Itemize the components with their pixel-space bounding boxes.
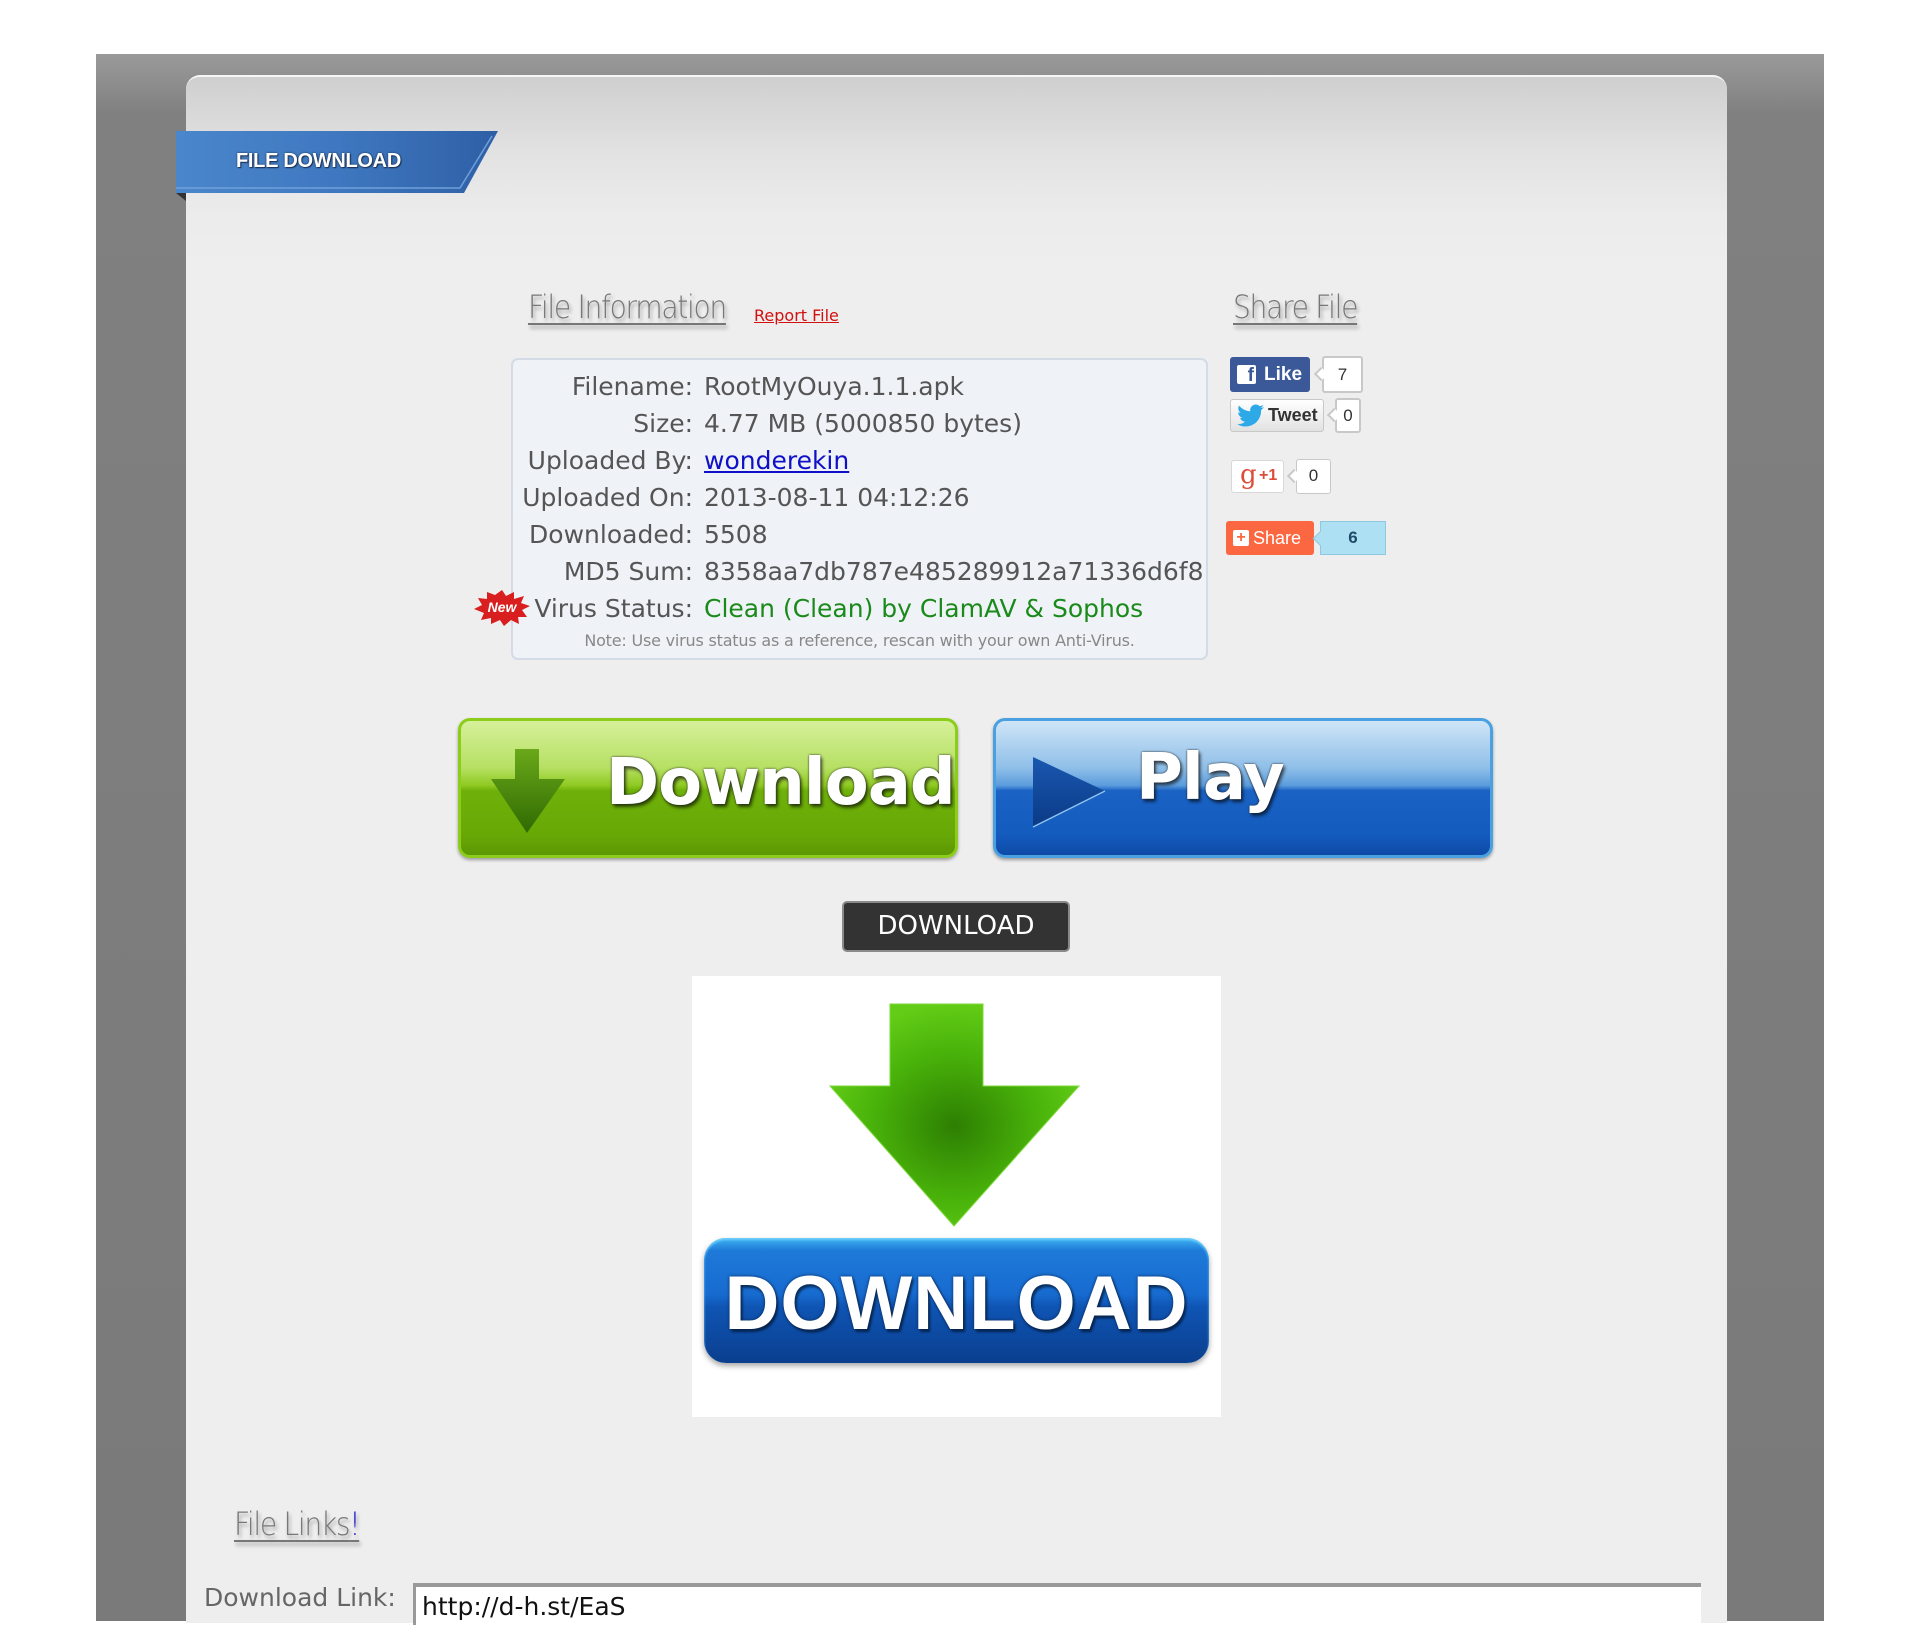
ribbon-title: FILE DOWNLOAD: [236, 150, 401, 172]
tweet-label: Tweet: [1268, 405, 1318, 425]
download-button[interactable]: Download: [458, 718, 958, 858]
report-file-link[interactable]: Report File: [754, 306, 839, 325]
google-plus-label: +1: [1259, 467, 1278, 484]
facebook-like-count: 7: [1322, 356, 1363, 393]
info-row-virus-status: Virus Status: Clean (Clean) by ClamAV & …: [513, 594, 1206, 631]
virus-status-value: Clean (Clean) by ClamAV & Sophos: [704, 594, 1144, 623]
download-link-label: Download Link:: [204, 1583, 396, 1612]
facebook-icon: f: [1237, 365, 1256, 384]
info-label: Virus Status:: [534, 594, 693, 623]
download-image-label: DOWNLOAD: [724, 1261, 1189, 1346]
google-plus-icon: g: [1240, 460, 1257, 490]
share-label: Share: [1253, 528, 1302, 548]
new-badge-label: New: [487, 599, 517, 615]
tweet-button[interactable]: Tweet: [1230, 399, 1324, 432]
info-row-md5: MD5 Sum: 8358aa7db787e485289912a71336d6f…: [513, 557, 1206, 594]
download-button-label: Download: [606, 746, 955, 820]
plus-icon: +: [1233, 530, 1249, 546]
play-button-label: Play: [1136, 741, 1285, 815]
upload-date-value: 2013-08-11 04:12:26: [704, 483, 970, 512]
download-text-button[interactable]: DOWNLOAD: [842, 901, 1070, 952]
size-value: 4.77 MB (5000850 bytes): [704, 409, 1022, 438]
info-label: Uploaded On:: [522, 483, 693, 512]
uploader-link[interactable]: wonderekin: [704, 446, 849, 475]
share-count: 6: [1320, 521, 1386, 555]
new-badge: New: [474, 590, 530, 626]
info-row-filename: Filename: RootMyOuya.1.1.apk: [513, 372, 1206, 409]
md5-value: 8358aa7db787e485289912a71336d6f8: [704, 557, 1204, 586]
facebook-like-label: Like: [1264, 364, 1303, 385]
google-plus-count: 0: [1296, 459, 1331, 494]
info-row-uploaded-by: Uploaded By: wonderekin: [513, 446, 1206, 483]
virus-note: Note: Use virus status as a reference, r…: [584, 631, 1135, 650]
download-image-banner: DOWNLOAD: [704, 1238, 1209, 1363]
filename-value: RootMyOuya.1.1.apk: [704, 372, 964, 401]
info-label: Size:: [633, 409, 693, 438]
download-image-button[interactable]: DOWNLOAD: [692, 976, 1221, 1417]
share-file-heading: Share File: [1233, 288, 1358, 326]
file-info-box: Filename: RootMyOuya.1.1.apk Size: 4.77 …: [511, 358, 1208, 660]
twitter-bird-icon: [1237, 404, 1264, 427]
info-label: MD5 Sum:: [563, 557, 693, 586]
facebook-like-button[interactable]: f Like: [1230, 357, 1310, 392]
file-links-heading: File Links!: [234, 1505, 361, 1543]
info-row-size: Size: 4.77 MB (5000850 bytes): [513, 409, 1206, 446]
play-icon: [1032, 757, 1106, 828]
tweet-count: 0: [1335, 398, 1361, 433]
play-button[interactable]: Play: [993, 718, 1493, 858]
file-information-heading: File Information: [528, 288, 727, 326]
info-label: Downloaded:: [529, 520, 693, 549]
google-plus-button[interactable]: g +1: [1231, 460, 1284, 493]
info-label: Filename:: [571, 372, 693, 401]
info-row-uploaded-on: Uploaded On: 2013-08-11 04:12:26: [513, 483, 1206, 520]
info-row-downloaded: Downloaded: 5508: [513, 520, 1206, 557]
download-count-value: 5508: [704, 520, 768, 549]
download-arrow-icon: [491, 749, 565, 833]
section-ribbon: FILE DOWNLOAD: [176, 131, 498, 201]
addthis-share-button[interactable]: + Share: [1226, 521, 1314, 555]
file-links-heading-text: File Links: [234, 1505, 351, 1543]
file-links-heading-suffix: !: [349, 1505, 360, 1543]
download-link-field[interactable]: [413, 1583, 1701, 1625]
info-label: Uploaded By:: [527, 446, 693, 475]
